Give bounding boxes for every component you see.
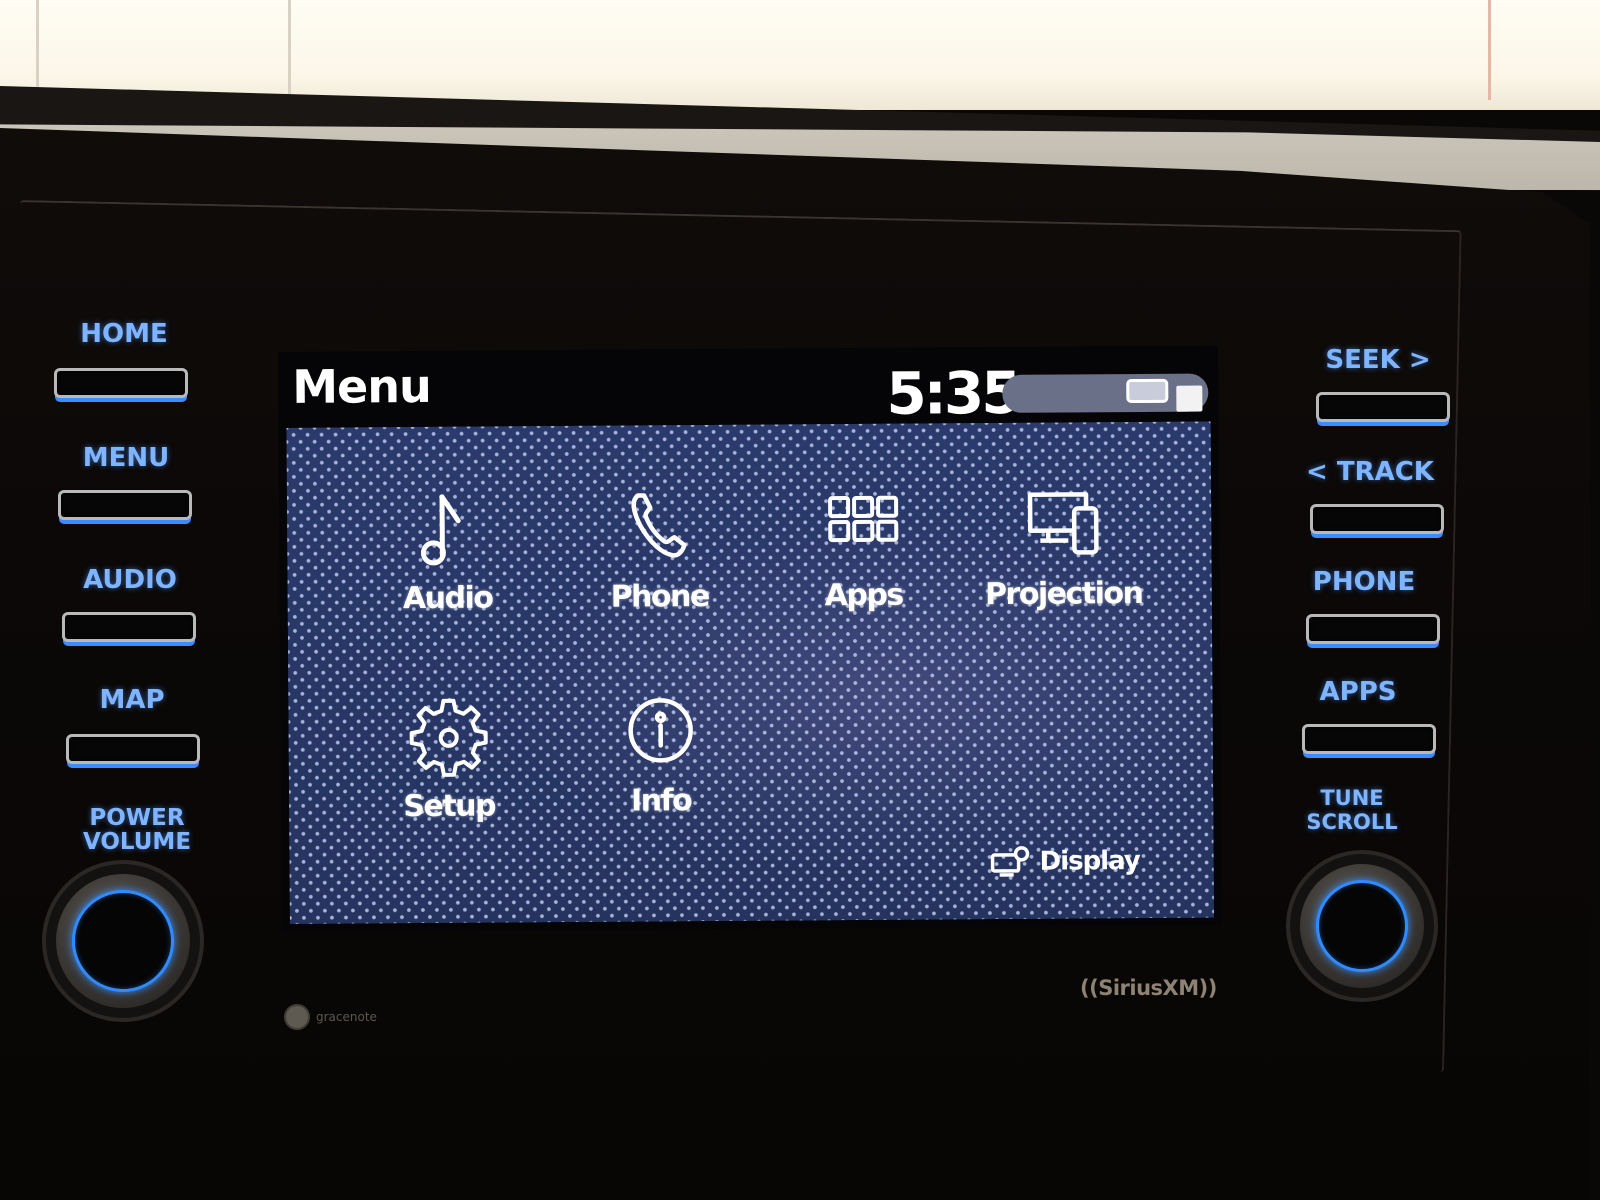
gracenote-logo: gracenote bbox=[284, 1004, 377, 1030]
scroll-label: SCROLL bbox=[1306, 810, 1398, 834]
knob-ring bbox=[72, 890, 174, 992]
display-button-label: Display bbox=[1039, 845, 1140, 877]
map-button-label: MAP bbox=[99, 685, 165, 715]
volume-label: VOLUME bbox=[82, 829, 192, 855]
music-note-icon bbox=[420, 494, 461, 566]
menu-button[interactable] bbox=[58, 490, 192, 520]
map-button[interactable] bbox=[66, 734, 200, 764]
apps-grid-icon bbox=[828, 495, 899, 543]
menu-item-label: Phone bbox=[610, 578, 709, 615]
phone-button-label: PHONE bbox=[1312, 567, 1416, 597]
status-pill[interactable] bbox=[1002, 373, 1209, 413]
home-button-label: HOME bbox=[80, 319, 168, 349]
siriusxm-logo: ((SiriusXM)) bbox=[1080, 976, 1217, 1000]
wall-edge bbox=[288, 0, 291, 100]
menu-grid: Audio Phone Apps Projection Setup Info D… bbox=[286, 421, 1214, 924]
power-volume-label: POWER VOLUME bbox=[70, 806, 204, 854]
gear-icon bbox=[409, 698, 488, 777]
menu-item-label: Setup bbox=[403, 788, 496, 825]
menu-item-label: Audio bbox=[402, 580, 493, 617]
status-bar: Menu 5:35 bbox=[278, 345, 1219, 428]
info-icon bbox=[628, 698, 693, 763]
menu-item-label: Projection bbox=[984, 575, 1143, 613]
track-button-label: < TRACK bbox=[1306, 457, 1434, 487]
audio-button-label: AUDIO bbox=[83, 565, 177, 595]
menu-item-audio[interactable]: Audio bbox=[347, 482, 548, 653]
seek-button[interactable] bbox=[1316, 392, 1450, 422]
menu-item-label: Info bbox=[630, 783, 692, 819]
clock: 5:35 bbox=[886, 358, 1019, 428]
signal-icon bbox=[1176, 385, 1203, 412]
tune-scroll-knob[interactable] bbox=[1300, 864, 1424, 988]
power-label: POWER bbox=[89, 805, 185, 831]
menu-item-phone[interactable]: Phone bbox=[559, 481, 760, 652]
apps-button[interactable] bbox=[1302, 724, 1436, 754]
phone-icon bbox=[631, 493, 687, 558]
tune-label: TUNE bbox=[1320, 786, 1384, 810]
wall-edge bbox=[36, 0, 39, 100]
display-button[interactable]: Display bbox=[989, 844, 1140, 879]
page-title: Menu bbox=[292, 358, 431, 414]
audio-button[interactable] bbox=[62, 612, 196, 642]
wall-edge bbox=[1488, 0, 1491, 100]
apps-button-label: APPS bbox=[1319, 677, 1397, 707]
menu-item-info[interactable]: Info bbox=[560, 685, 761, 856]
tune-scroll-label: TUNE SCROLL bbox=[1286, 786, 1418, 834]
menu-button-label: MENU bbox=[82, 443, 170, 473]
power-volume-knob[interactable] bbox=[56, 874, 190, 1008]
menu-item-setup[interactable]: Setup bbox=[348, 690, 549, 861]
menu-item-apps[interactable]: Apps bbox=[763, 479, 964, 650]
display-settings-icon bbox=[990, 846, 1030, 877]
home-button[interactable] bbox=[54, 368, 188, 398]
track-button[interactable] bbox=[1310, 504, 1444, 534]
projection-icon bbox=[1027, 492, 1099, 555]
menu-item-label: Apps bbox=[824, 577, 903, 614]
seek-button-label: SEEK > bbox=[1325, 345, 1431, 375]
phone-button[interactable] bbox=[1306, 614, 1440, 644]
gracenote-icon bbox=[284, 1004, 310, 1030]
gracenote-text: gracenote bbox=[316, 1010, 377, 1024]
knob-ring bbox=[1316, 880, 1408, 972]
connectivity-icon bbox=[1126, 378, 1169, 404]
touchscreen: Menu 5:35 Audio Phone Apps Projection Se… bbox=[278, 345, 1223, 932]
menu-item-projection[interactable]: Projection bbox=[963, 478, 1164, 649]
